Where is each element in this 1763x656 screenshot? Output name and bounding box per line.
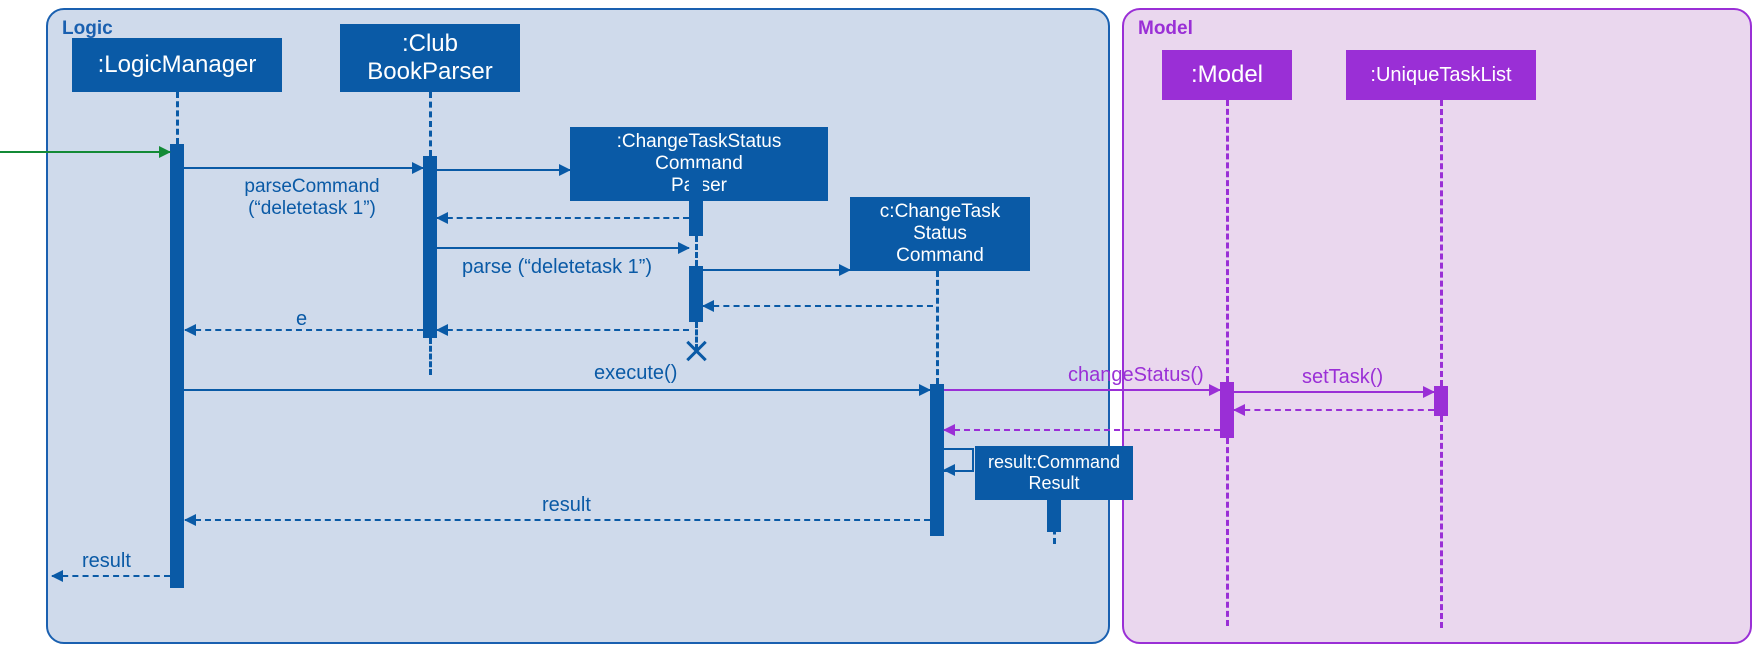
lifeline-club-book-parser-bot [429,338,432,375]
activation-logic-manager [170,144,184,588]
activation-model [1220,382,1234,438]
lifeline-logic-manager-top [176,92,179,144]
participant-unique-task-list: :UniqueTaskList [1346,50,1536,100]
activation-club-book-parser [423,156,437,338]
destroy-ctsp-icon [684,340,708,364]
activation-utl [1434,386,1448,416]
participant-club-book-parser: :Club BookParser [340,24,520,92]
lifeline-ctsp-mid [695,236,698,266]
activation-ctsc [930,384,944,536]
arrow-self-create-result [944,448,974,472]
participant-model: :Model [1162,50,1292,100]
label-final-result: result [82,550,131,573]
label-e: e [296,308,307,331]
label-parse-command-arg: (“deletetask 1”) [248,198,376,219]
lifeline-utl-top [1440,100,1443,386]
label-parse-command: parseCommand (“deletetask 1”) [212,176,412,220]
frame-model-label: Model [1138,18,1193,40]
label-set-task: setTask() [1302,366,1383,389]
participant-logic-manager: :LogicManager [72,38,282,92]
lifeline-model-bot [1226,438,1229,626]
label-parse: parse (“deletetask 1”) [462,256,652,279]
participant-command-result: result:Command Result [975,446,1133,500]
activation-ctsp-1 [689,168,703,236]
label-execute: execute() [594,362,677,385]
lifeline-club-book-parser-top [429,92,432,156]
label-result: result [542,494,591,517]
lifeline-model-top [1226,100,1229,382]
frame-logic-label: Logic [62,18,113,40]
frame-logic: Logic [46,8,1110,644]
frame-model: Model [1122,8,1752,644]
lifeline-ctsc-top [936,271,939,384]
label-parse-command-name: parseCommand [244,176,379,197]
participant-change-task-status-command: c:ChangeTask Status Command [850,197,1030,271]
activation-cmd-result [1047,500,1061,532]
label-change-status: changeStatus() [1068,364,1204,387]
activation-ctsp-2 [689,266,703,322]
lifeline-utl-bot [1440,416,1443,628]
